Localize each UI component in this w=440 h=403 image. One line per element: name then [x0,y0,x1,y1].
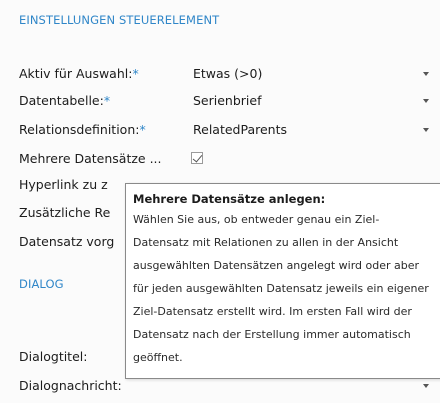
field-row-datentabelle: Datentabelle:* Serienbrief [19,89,440,113]
tooltip-line: Ziel-Datensatz erstellt wird. Im ersten … [133,305,412,318]
select-aktiv-fuer-auswahl[interactable]: Etwas (>0) [191,62,429,86]
chevron-down-icon [423,72,429,76]
chevron-down-icon [423,128,429,132]
select-relationsdefinition[interactable]: RelatedParents [191,118,429,142]
field-label-datentabelle: Datentabelle:* [19,93,111,108]
select-datentabelle[interactable]: Serienbrief [191,89,429,113]
tooltip-mehrere-datensaetze: Mehrere Datensätze anlegen: Wählen Sie a… [125,183,440,379]
tooltip-line: Datensatz mit Relationen zu allen in der… [133,236,399,249]
field-row-relationsdefinition: Relationsdefinition:* RelatedParents [19,118,440,142]
field-row-mehrere-datensaetze: Mehrere Datensätze ... [19,147,440,171]
field-label-dialogtitel: Dialogtitel: [19,349,88,364]
tooltip-line: für jeden ausgewählten Datensatz jeweils… [133,282,429,295]
field-label-zusaetzliche: Zusätzliche Re [19,205,111,220]
tooltip-title: Mehrere Datensätze anlegen: [133,192,326,206]
checkbox-mehrere-datensaetze[interactable] [191,152,203,164]
field-label-aktiv: Aktiv für Auswahl:* [19,66,139,81]
tooltip-line: ausgewählten Datensätzen angelegt wird o… [133,259,420,272]
section-title-settings: EINSTELLUNGEN STEUERELEMENT [19,13,220,27]
chevron-down-icon [423,384,429,388]
tooltip-line: Datensatz nach der Erstellung immer auto… [133,328,411,341]
field-label-mehrere-datensaetze: Mehrere Datensätze ... [19,151,162,166]
tooltip-line: geöffnet. [133,351,183,364]
field-row-aktiv: Aktiv für Auswahl:* Etwas (>0) [19,62,440,86]
settings-panel: EINSTELLUNGEN STEUERELEMENT Aktiv für Au… [0,0,440,403]
chevron-down-icon [423,99,429,103]
section-title-dialog: DIALOG [19,277,64,291]
field-label-dialognachricht: Dialognachricht: [19,378,122,393]
field-label-datensatz-vorg: Datensatz vorg [19,234,115,249]
field-label-relationsdefinition: Relationsdefinition:* [19,122,146,137]
field-label-hyperlink: Hyperlink zu z [19,177,108,192]
tooltip-line: Wählen Sie aus, ob entweder genau ein Zi… [133,213,380,226]
checkmark-icon [192,152,203,163]
